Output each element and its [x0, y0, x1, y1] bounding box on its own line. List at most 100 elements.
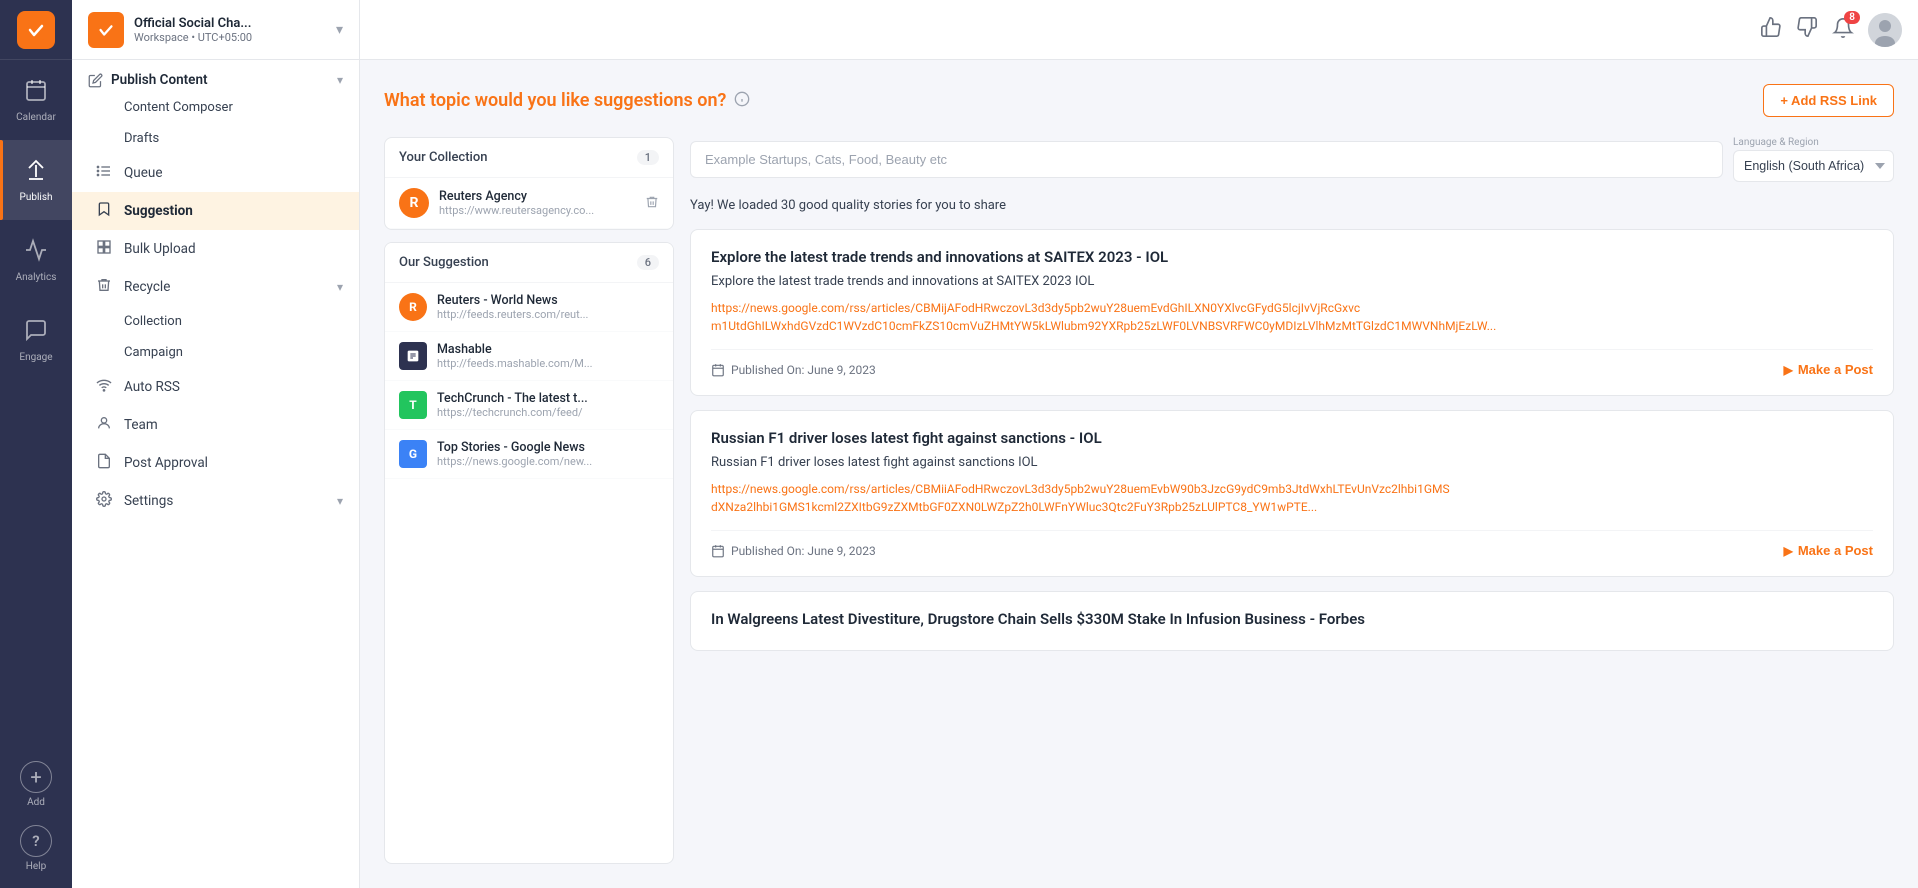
list-item[interactable]: R Reuters - World News http://feeds.reut…	[385, 283, 673, 332]
collection-item-info: Reuters Agency https://www.reutersagency…	[439, 189, 635, 217]
sidebar-item-settings[interactable]: Settings ▾	[72, 482, 359, 520]
our-suggestion-header: Our Suggestion 6	[385, 243, 673, 283]
help-icon: ?	[20, 825, 52, 857]
sidebar-item-collection[interactable]: Collection	[72, 306, 359, 337]
your-collection-section: Your Collection 1 R Reuters Agency https…	[384, 137, 674, 230]
article-link[interactable]: https://news.google.com/rss/articles/CBM…	[711, 299, 1873, 335]
recycle-label: Recycle	[124, 279, 170, 295]
language-label: Language & Region	[1733, 137, 1894, 148]
list-item[interactable]: T TechCrunch - The latest t... https://t…	[385, 381, 673, 430]
sidebar-item-content-composer[interactable]: Content Composer	[72, 92, 359, 123]
auto-rss-icon	[96, 377, 114, 397]
content-area: What topic would you like suggestions on…	[360, 60, 1918, 888]
user-avatar[interactable]	[1868, 13, 1902, 47]
workspace-chevron-icon[interactable]: ▾	[336, 22, 343, 38]
sidebar-item-auto-rss[interactable]: Auto RSS	[72, 368, 359, 406]
delete-icon[interactable]	[645, 194, 659, 213]
notification-badge: 8	[1844, 11, 1860, 24]
team-icon	[96, 415, 114, 435]
like-icon[interactable]	[1760, 16, 1782, 43]
make-post-button[interactable]: ▶ Make a Post	[1784, 543, 1873, 558]
sidebar-item-calendar[interactable]: Calendar	[0, 60, 72, 140]
make-post-label: Make a Post	[1798, 362, 1873, 377]
sidebar-item-recycle[interactable]: Recycle ▾	[72, 268, 359, 306]
recycle-icon	[96, 277, 114, 297]
settings-label: Settings	[124, 493, 173, 509]
publish-content-chevron-icon[interactable]: ▾	[337, 73, 343, 87]
main-area: 8 What topic would you like suggestions …	[360, 0, 1918, 888]
our-suggestion-section: Our Suggestion 6 R Reuters - World News …	[384, 242, 674, 864]
add-label: Add	[27, 797, 45, 808]
calendar-icon	[24, 78, 48, 108]
content-title: What topic would you like suggestions on…	[384, 90, 726, 111]
help-button[interactable]: ? Help	[0, 818, 72, 878]
play-icon: ▶	[1784, 544, 1793, 558]
article-published: Published On: June 9, 2023	[731, 544, 876, 558]
settings-icon	[96, 491, 114, 511]
article-description: Explore the latest trade trends and inno…	[711, 274, 1873, 289]
add-button[interactable]: + Add	[0, 754, 72, 814]
article-footer: Published On: June 9, 2023 ▶ Make a Post	[711, 530, 1873, 558]
sidebar-item-publish[interactable]: Publish	[0, 140, 72, 220]
avatar: R	[399, 188, 429, 218]
suggestion-item-name: Reuters - World News	[437, 293, 659, 308]
list-item: R Reuters Agency https://www.reutersagen…	[385, 178, 673, 229]
search-input[interactable]	[705, 152, 1708, 167]
notification-bell[interactable]: 8	[1832, 17, 1854, 43]
icon-bar-bottom: + Add ? Help	[0, 754, 72, 888]
sidebar-item-engage[interactable]: Engage	[0, 300, 72, 380]
engage-label: Engage	[19, 352, 52, 363]
search-input-wrapper	[690, 141, 1723, 178]
sidebar-item-team[interactable]: Team	[72, 406, 359, 444]
auto-rss-label: Auto RSS	[124, 379, 180, 395]
sidebar-item-bulk-upload[interactable]: Bulk Upload	[72, 230, 359, 268]
sidebar-item-suggestion[interactable]: Suggestion	[72, 192, 359, 230]
sidebar-item-campaign[interactable]: Campaign	[72, 337, 359, 368]
sidebar: Official Social Cha... Workspace • UTC+0…	[72, 0, 360, 888]
post-approval-icon	[96, 453, 114, 473]
publish-content-header: Publish Content	[88, 72, 208, 88]
language-select[interactable]: English (South Africa)	[1733, 150, 1894, 182]
info-icon[interactable]	[734, 91, 750, 111]
publish-content-section: Publish Content ▾	[72, 60, 359, 92]
content-body: Your Collection 1 R Reuters Agency https…	[384, 137, 1894, 864]
article-card: Explore the latest trade trends and inno…	[690, 229, 1894, 396]
sidebar-workspace-header[interactable]: Official Social Cha... Workspace • UTC+0…	[72, 0, 359, 60]
workspace-info: Official Social Cha... Workspace • UTC+0…	[134, 16, 326, 44]
avatar: T	[399, 391, 427, 419]
article-title: Russian F1 driver loses latest fight aga…	[711, 429, 1873, 447]
article-card: Russian F1 driver loses latest fight aga…	[690, 410, 1894, 577]
sidebar-item-analytics[interactable]: Analytics	[0, 220, 72, 300]
analytics-icon	[24, 238, 48, 268]
suggestion-item-info: Reuters - World News http://feeds.reuter…	[437, 293, 659, 321]
make-post-button[interactable]: ▶ Make a Post	[1784, 362, 1873, 377]
content-title-row: What topic would you like suggestions on…	[384, 90, 750, 111]
article-link[interactable]: https://news.google.com/rss/articles/CBM…	[711, 480, 1873, 516]
right-panel: Language & Region English (South Africa)…	[690, 137, 1894, 864]
list-item[interactable]: G Top Stories - Google News https://news…	[385, 430, 673, 479]
article-date: Published On: June 9, 2023	[711, 363, 876, 377]
dislike-icon[interactable]	[1796, 16, 1818, 43]
avatar: G	[399, 440, 427, 468]
settings-chevron-icon: ▾	[337, 494, 343, 508]
analytics-label: Analytics	[16, 272, 57, 283]
engage-icon	[24, 318, 48, 348]
help-label: Help	[26, 861, 46, 872]
language-select-wrapper: Language & Region English (South Africa)	[1733, 137, 1894, 182]
suggestion-item-info: Top Stories - Google News https://news.g…	[437, 440, 659, 468]
sidebar-item-post-approval[interactable]: Post Approval	[72, 444, 359, 482]
article-card: In Walgreens Latest Divestiture, Drugsto…	[690, 591, 1894, 651]
your-collection-count: 1	[637, 150, 659, 165]
suggestion-item-url: https://news.google.com/new...	[437, 455, 659, 468]
play-icon: ▶	[1784, 363, 1793, 377]
sidebar-item-drafts[interactable]: Drafts	[72, 123, 359, 154]
app-logo	[0, 0, 72, 60]
bulk-upload-label: Bulk Upload	[124, 241, 196, 257]
publish-content-title: Publish Content	[111, 72, 208, 88]
list-item[interactable]: Mashable http://feeds.mashable.com/M...	[385, 332, 673, 381]
your-collection-title: Your Collection	[399, 150, 487, 165]
suggestion-item-info: Mashable http://feeds.mashable.com/M...	[437, 342, 659, 370]
add-rss-button[interactable]: + Add RSS Link	[1763, 84, 1894, 117]
sidebar-item-queue[interactable]: Queue	[72, 154, 359, 192]
collection-item-name: Reuters Agency	[439, 189, 635, 204]
